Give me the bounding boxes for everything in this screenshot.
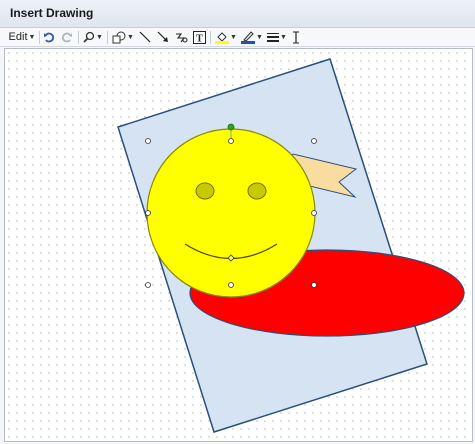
text-cursor-button[interactable] [290,29,302,45]
smiley-face-circle[interactable] [146,128,316,298]
edit-menu-label: Edit [8,31,28,43]
line-weight-button[interactable]: ▼ [266,29,288,45]
resize-handle-top[interactable] [228,138,234,144]
rotation-handle[interactable] [227,123,235,131]
zoom-icon [83,31,95,43]
smiley-face-shape[interactable] [146,128,316,298]
zoom-button[interactable]: ▼ [82,29,104,45]
text-box-icon: T [192,30,206,44]
resize-handle-right[interactable] [311,210,317,216]
chevron-down-icon: ▼ [127,33,134,41]
drawing-surface[interactable] [5,49,472,441]
chevron-down-icon: ▼ [96,33,103,41]
resize-handle-left[interactable] [145,210,151,216]
title-bar: Insert Drawing [0,0,475,28]
svg-text:T: T [196,33,203,44]
dialog-title: Insert Drawing [10,6,94,20]
fill-color-icon [215,32,230,44]
toolbar-separator [210,31,211,44]
chevron-down-icon: ▼ [280,33,287,41]
line-icon [139,31,151,43]
redo-button[interactable] [60,29,74,45]
arrow-tool-button[interactable] [156,29,170,45]
resize-handle-bottom-right[interactable] [311,282,317,288]
scribble-tool-button[interactable] [174,29,188,45]
undo-icon [44,32,55,43]
right-eye [247,182,267,200]
text-cursor-icon [293,31,299,43]
insert-drawing-dialog: Insert Drawing Edit ▼ ▼ ▼ T ▼ ▼ ▼ [0,0,475,444]
line-tool-button[interactable] [138,29,152,45]
line-color-icon [241,31,256,44]
left-eye [195,182,215,200]
toolbar: Edit ▼ ▼ ▼ T ▼ ▼ ▼ [0,28,475,47]
toolbar-separator [78,31,79,44]
undo-button[interactable] [42,29,56,45]
redo-icon [61,32,72,43]
text-box-button[interactable]: T [192,29,206,45]
resize-handle-bottom-left[interactable] [145,282,151,288]
shape-icon [112,31,126,43]
line-color-button[interactable]: ▼ [240,29,264,45]
edit-menu-button[interactable]: Edit ▼ [8,29,36,45]
scribble-icon [175,33,187,43]
resize-handle-bottom[interactable] [228,282,234,288]
resize-handle-top-right[interactable] [311,138,317,144]
toolbar-separator [107,31,108,44]
arrow-icon [157,31,168,42]
chevron-down-icon: ▼ [256,33,263,41]
fill-color-button[interactable]: ▼ [214,29,238,45]
chevron-down-icon: ▼ [230,33,237,41]
drawing-canvas[interactable] [4,48,473,442]
toolbar-separator [39,31,40,44]
line-weight-icon [267,33,280,42]
chevron-down-icon: ▼ [28,33,36,41]
shape-button[interactable]: ▼ [111,29,135,45]
resize-handle-top-left[interactable] [145,138,151,144]
